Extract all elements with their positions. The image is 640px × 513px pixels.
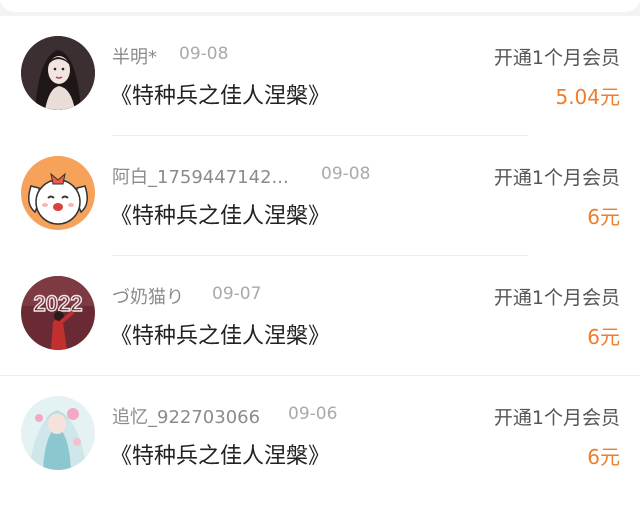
top-card: [0, 0, 640, 12]
amount-value: 6元: [587, 325, 620, 349]
2022-photo-avatar[interactable]: 2022: [21, 276, 95, 350]
amount-value: 6元: [587, 445, 620, 469]
item-title[interactable]: 《特种兵之佳人涅槃》: [110, 198, 330, 230]
record-date: 09-06: [288, 404, 338, 424]
record-row[interactable]: 2022 づ奶猫り 09-07 《特种兵之佳人涅槃》 开通1个月会员 6元: [0, 256, 640, 376]
item-title[interactable]: 《特种兵之佳人涅槃》: [110, 78, 330, 110]
item-title[interactable]: 《特种兵之佳人涅槃》: [110, 438, 330, 470]
action-label: 开通1个月会员: [493, 287, 620, 309]
user-name: づ奶猫り: [112, 287, 184, 308]
cartoon-dog-avatar[interactable]: [21, 156, 95, 230]
user-name: 阿白_1759447142...: [112, 167, 289, 188]
user-name: 追忆_922703066: [112, 407, 261, 428]
anime-character-avatar[interactable]: [21, 396, 95, 470]
action-label: 开通1个月会员: [493, 167, 620, 189]
record-date: 09-08: [321, 164, 371, 184]
action-label: 开通1个月会员: [493, 47, 620, 69]
woman-portrait-avatar[interactable]: [21, 36, 95, 110]
record-row[interactable]: 阿白_1759447142... 09-08 《特种兵之佳人涅槃》 开通1个月会…: [0, 136, 640, 256]
record-row[interactable]: 半明* 09-08 《特种兵之佳人涅槃》 开通1个月会员 5.04元: [0, 16, 640, 136]
record-row[interactable]: 追忆_922703066 09-06 《特种兵之佳人涅槃》 开通1个月会员 6元: [0, 376, 640, 496]
purchase-record-list: 半明* 09-08 《特种兵之佳人涅槃》 开通1个月会员 5.04元 阿白_17…: [0, 16, 640, 513]
amount-value: 5.04元: [555, 85, 620, 109]
record-date: 09-07: [212, 284, 262, 304]
action-label: 开通1个月会员: [493, 407, 620, 429]
amount-value: 6元: [587, 205, 620, 229]
item-title[interactable]: 《特种兵之佳人涅槃》: [110, 318, 330, 350]
record-date: 09-08: [179, 44, 229, 64]
user-name: 半明*: [112, 47, 157, 68]
